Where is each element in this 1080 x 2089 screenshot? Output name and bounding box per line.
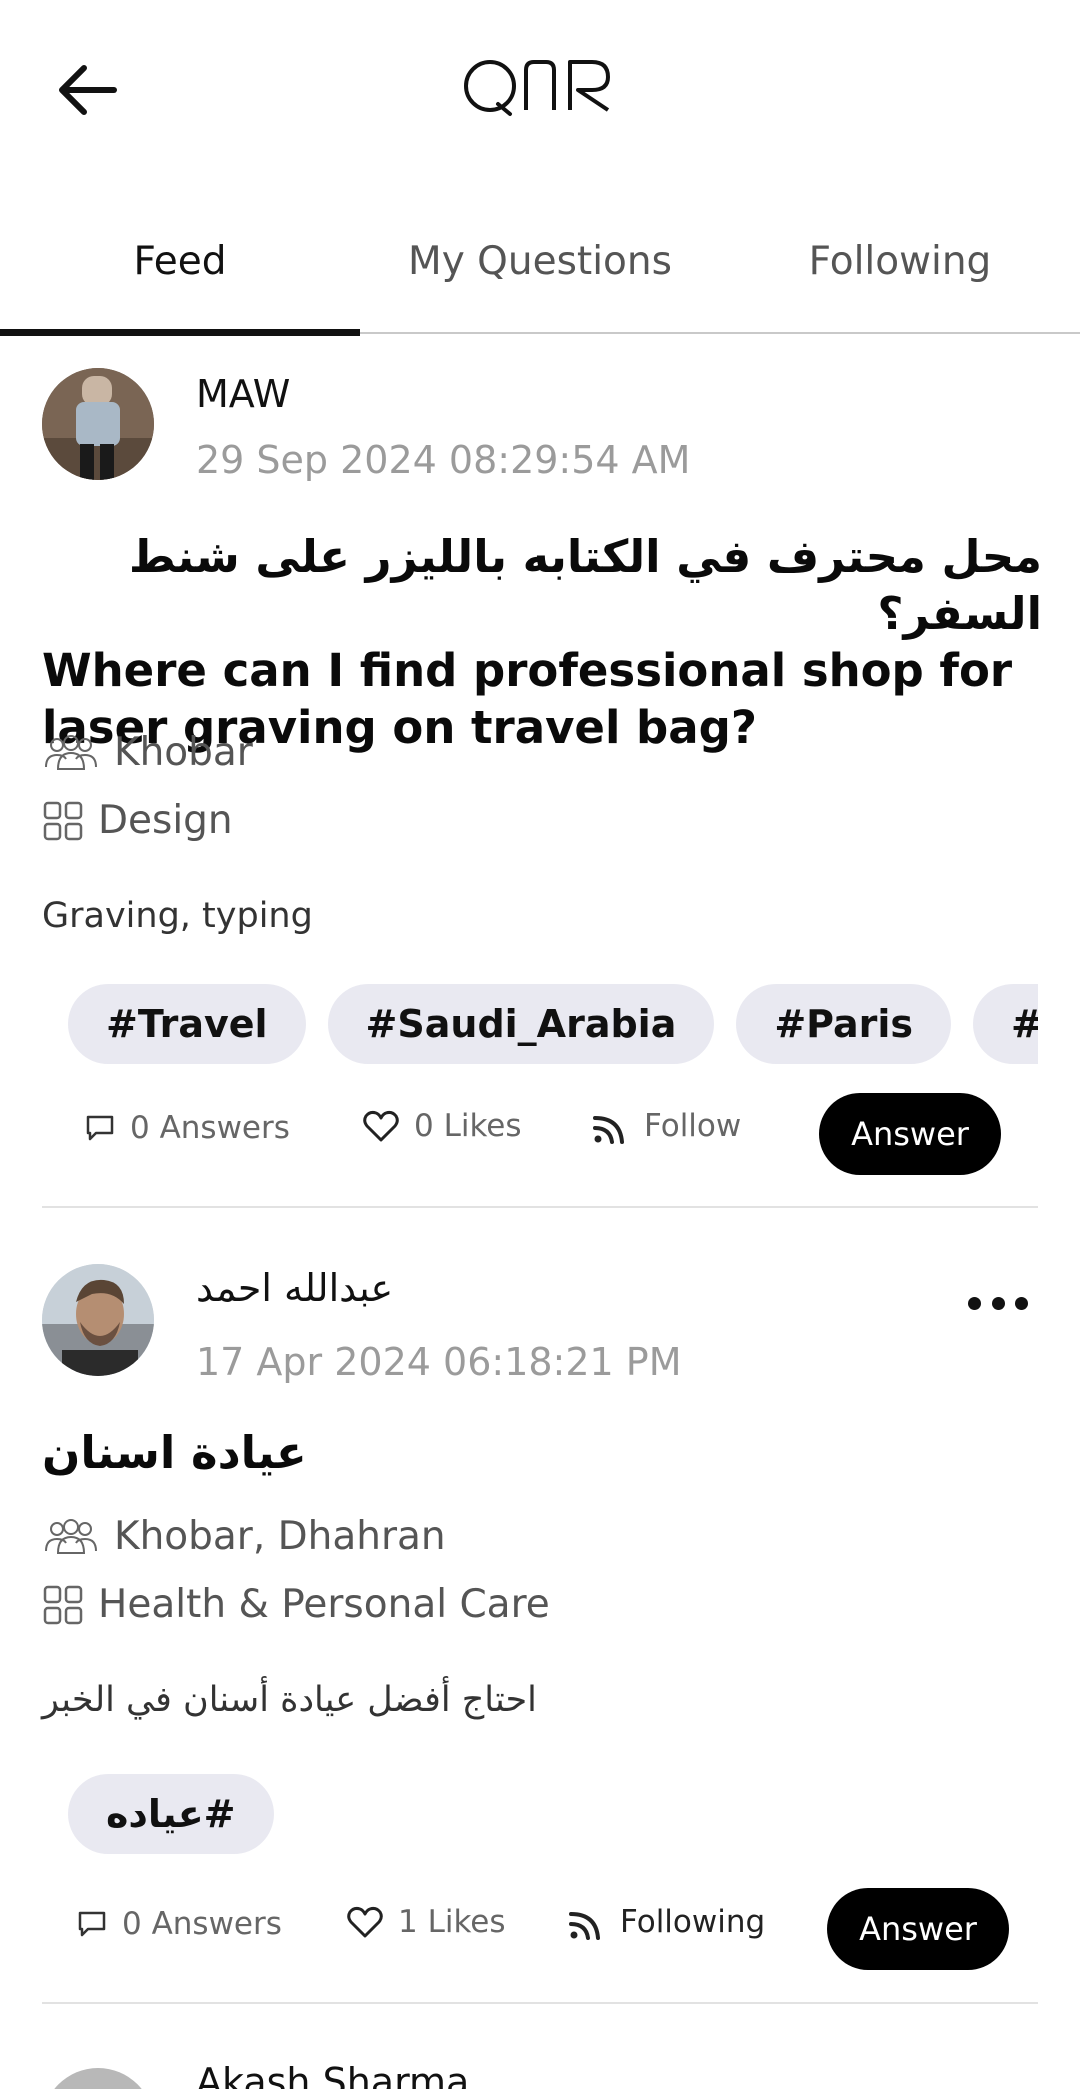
more-dot: [991, 1296, 1005, 1310]
tab-bar: Feed My Questions Following: [0, 210, 1080, 336]
follow-button[interactable]: Follow: [590, 1106, 741, 1146]
location-text: Khobar, Dhahran: [114, 1514, 446, 1559]
author-name[interactable]: عبدالله احمد: [196, 1266, 393, 1310]
feed-icon: [569, 1912, 600, 1940]
group-icon: [45, 1518, 97, 1554]
category-text: Design: [98, 798, 233, 843]
category-text: Health & Personal Care: [98, 1582, 550, 1627]
feed-icon: [593, 1116, 624, 1144]
category-row: Design: [42, 798, 233, 843]
screen: Feed My Questions Following MAW 29 Sep 2…: [0, 0, 1080, 2089]
grid-icon: [43, 801, 83, 840]
question-description: احتاج أفضل عيادة أسنان في الخبر: [42, 1680, 537, 1720]
tag-list: #عياده: [68, 1774, 1038, 1856]
tag-chip[interactable]: #Saudi_Arabia: [327, 984, 715, 1064]
avatar[interactable]: [42, 368, 154, 480]
tab-feed[interactable]: Feed: [0, 210, 360, 336]
answer-button[interactable]: Answer: [819, 1093, 1001, 1175]
answers-count[interactable]: 0 Answers: [76, 1906, 282, 1942]
app-header: [0, 0, 1080, 190]
more-dot: [1015, 1296, 1028, 1310]
question-title[interactable]: محل محترف في الكتابه بالليزر على شنط الس…: [42, 528, 1042, 756]
tag-chip[interactable]: #Travel: [68, 984, 306, 1064]
author-name[interactable]: MAW: [196, 372, 290, 416]
following-button[interactable]: Following: [566, 1902, 765, 1942]
comment-icon: [78, 1911, 106, 1937]
action-bar: 0 Answers 1 Likes Following Answer: [0, 1884, 1080, 1970]
question-title-arabic: محل محترف في الكتابه بالليزر على شنط الس…: [128, 530, 1042, 640]
more-dot: [968, 1296, 981, 1310]
avatar[interactable]: [42, 2068, 154, 2089]
tab-my-questions[interactable]: My Questions: [360, 210, 720, 334]
author-name[interactable]: Akash Sharma: [196, 2060, 469, 2089]
heart-icon: [363, 1110, 399, 1142]
action-bar: 0 Answers 0 Likes Follow Answer: [0, 1088, 1080, 1175]
question-description: Graving, typing: [42, 896, 313, 936]
answer-button[interactable]: Answer: [827, 1888, 1009, 1970]
tag-chip[interactable]: #عياده: [68, 1774, 274, 1854]
divider: [42, 1206, 1038, 1208]
location-text: Khobar: [114, 730, 253, 775]
post-date: 29 Sep 2024 08:29:54 AM: [196, 438, 691, 482]
more-options-button[interactable]: [968, 1288, 1028, 1318]
location-row: Khobar, Dhahran: [42, 1514, 446, 1559]
tag-chip[interactable]: #Paris: [736, 984, 952, 1064]
divider: [42, 2002, 1038, 2004]
app-logo: [0, 50, 1080, 124]
like-button[interactable]: 0 Likes: [362, 1108, 522, 1144]
question-title[interactable]: عيادة اسنان: [42, 1424, 307, 1481]
grid-icon: [43, 1585, 83, 1624]
like-button[interactable]: 1 Likes: [346, 1904, 506, 1940]
answers-count[interactable]: 0 Answers: [84, 1110, 290, 1146]
comment-icon: [86, 1115, 114, 1141]
location-row: Khobar: [42, 730, 253, 775]
tab-following[interactable]: Following: [720, 210, 1080, 334]
tag-chip[interactable]: #London: [973, 984, 1038, 1064]
avatar[interactable]: [42, 1264, 154, 1376]
heart-icon: [347, 1906, 383, 1938]
tag-list: #Travel #Saudi_Arabia #Paris #London: [68, 984, 1038, 1066]
group-icon: [45, 734, 97, 770]
post-date: 17 Apr 2024 06:18:21 PM: [196, 1340, 682, 1384]
category-row: Health & Personal Care: [42, 1582, 550, 1627]
